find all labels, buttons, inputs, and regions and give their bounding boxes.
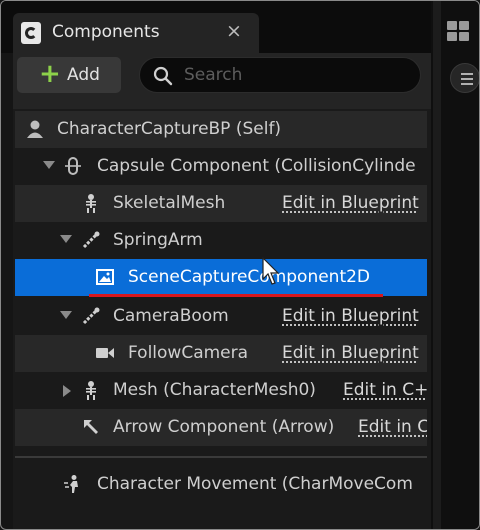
tree-row-label: Arrow Component (Arrow) <box>113 417 335 437</box>
tree-row-followcamera[interactable]: FollowCamera Edit in Blueprint <box>15 335 427 372</box>
tab-title: Components <box>52 22 160 42</box>
unreal-logo-icon <box>21 22 41 44</box>
search-placeholder: Search <box>184 65 243 85</box>
plus-icon: + <box>39 59 61 89</box>
edit-in-cpp-link[interactable]: Edit in C <box>358 417 427 437</box>
movement-icon <box>64 475 78 493</box>
layout-grid-icon[interactable] <box>447 21 471 43</box>
tree-row-scenecapture[interactable]: SceneCaptureComponent2D <box>15 259 427 296</box>
panel-divider[interactable] <box>433 1 441 529</box>
search-icon <box>153 66 173 86</box>
capsule-icon <box>65 157 81 175</box>
tab-components[interactable]: Components × <box>13 13 259 53</box>
edit-in-blueprint-link[interactable]: Edit in Blueprint <box>282 193 419 213</box>
actor-icon <box>27 120 43 138</box>
tree-row-label: CharacterCaptureBP (Self) <box>57 119 282 139</box>
arrow-icon <box>84 420 98 434</box>
hamburger-menu-icon[interactable] <box>450 63 479 93</box>
collapse-arrow-icon[interactable] <box>43 161 55 169</box>
components-window: Components × + Add Search CharacterCaptu… <box>0 0 480 530</box>
tree-separator <box>15 456 427 458</box>
search-input[interactable]: Search <box>139 57 421 93</box>
tree-row-label: SceneCaptureComponent2D <box>128 267 371 287</box>
edit-in-blueprint-link[interactable]: Edit in Blueprint <box>282 343 419 363</box>
collapse-arrow-icon[interactable] <box>60 235 72 243</box>
skeleton-icon <box>86 194 96 213</box>
spring-arm-icon <box>82 231 100 249</box>
expand-arrow-icon[interactable] <box>63 385 71 397</box>
skeleton-icon <box>86 381 96 400</box>
tree-row-label: Character Movement (CharMoveCom <box>97 474 413 494</box>
tree-row-label: Capsule Component (CollisionCylinde <box>97 156 416 176</box>
camera-icon <box>96 348 114 358</box>
tree-row-self[interactable]: CharacterCaptureBP (Self) <box>15 111 427 148</box>
tree-row-label: SpringArm <box>113 230 203 250</box>
tree-row-label: CameraBoom <box>113 306 229 326</box>
close-icon[interactable]: × <box>223 20 245 42</box>
tree-row-arrow[interactable]: Arrow Component (Arrow) Edit in C <box>15 409 427 446</box>
tree-row-charactermovement[interactable]: Character Movement (CharMoveCom <box>15 466 427 503</box>
spring-arm-icon <box>82 307 100 325</box>
tree-row-springarm[interactable]: SpringArm <box>15 222 427 259</box>
tree-row-cameraboom[interactable]: CameraBoom Edit in Blueprint <box>15 298 427 335</box>
collapse-arrow-icon[interactable] <box>60 311 72 319</box>
tree-row-label: Mesh (CharacterMesh0) <box>113 380 316 400</box>
add-button[interactable]: + Add <box>17 57 121 93</box>
tab-bar: Components × <box>1 1 441 53</box>
tree-row-label: SkeletalMesh <box>113 193 226 213</box>
annotation-underline <box>89 294 383 297</box>
edit-in-blueprint-link[interactable]: Edit in Blueprint <box>282 306 419 326</box>
tree-row-label: FollowCamera <box>128 343 249 363</box>
scene-capture-icon <box>96 269 114 285</box>
tree-row-capsule[interactable]: Capsule Component (CollisionCylinde <box>15 148 427 185</box>
tree-row-skeletalmesh[interactable]: SkeletalMesh Edit in Blueprint <box>15 185 427 222</box>
mouse-cursor-icon <box>262 257 280 285</box>
tree-row-mesh[interactable]: Mesh (CharacterMesh0) Edit in C+ <box>15 372 427 409</box>
add-button-label: Add <box>67 65 100 85</box>
edit-in-cpp-link[interactable]: Edit in C+ <box>343 380 427 400</box>
